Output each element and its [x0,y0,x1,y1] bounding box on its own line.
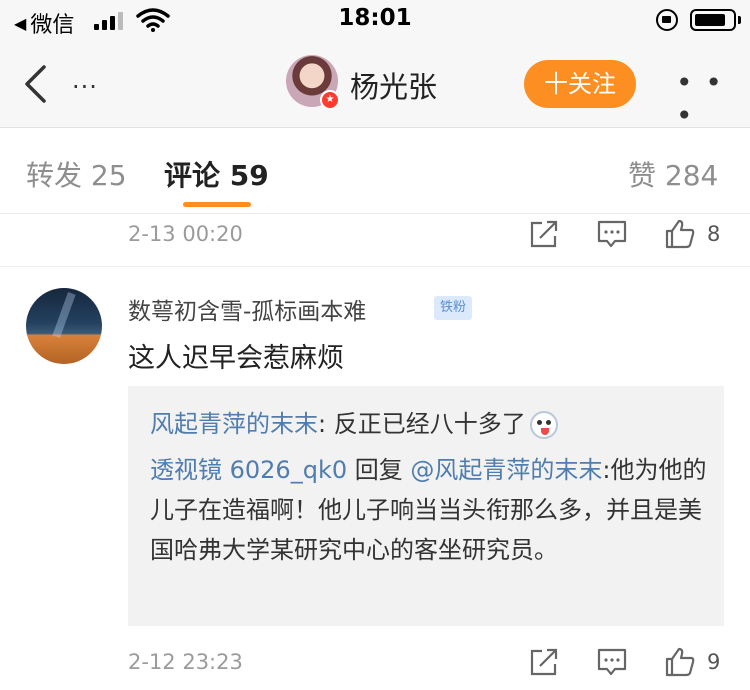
comment-time: 2-12 23:23 [128,650,243,674]
comment-time: 2-13 00:20 [128,222,243,246]
battery-cap [738,16,741,24]
follow-button[interactable]: 十关注 [524,60,636,108]
rotation-lock-icon [656,9,678,31]
reply-author-link[interactable]: 风起青萍的末末 [150,410,318,438]
comment-icon[interactable] [596,646,628,678]
active-tab-indicator [183,202,251,207]
user-name[interactable]: 杨光张 [350,64,437,106]
thumbs-up-icon[interactable] [664,218,696,250]
tab-repost[interactable]: 转发 25 [26,154,127,194]
detail-tabs: 转发 25 评论 59 赞 284 [0,128,750,214]
status-time: 18:01 [338,5,412,31]
mention-link[interactable]: @风起青萍的末末 [410,456,602,484]
thumbs-up-icon[interactable] [664,646,696,678]
like-count: 9 [707,650,721,674]
reply-item[interactable]: 透视镜 6026_qk0 回复 @风起青萍的末末:他为他的儿子在造福啊！他儿子响… [150,450,710,570]
reply-item[interactable]: 风起青萍的末末: 反正已经八十多了 [150,404,558,439]
nav-menu-ellipsis[interactable]: ... [72,66,98,94]
reply-word: 回复 [347,456,411,484]
tab-like[interactable]: 赞 284 [628,154,718,194]
commenter-name[interactable]: 数萼初含雪-孤标画本难 [128,292,366,326]
reply-author-link[interactable]: 透视镜 6026_qk0 [150,456,347,484]
comment-text: 这人迟早会惹麻烦 [128,343,344,374]
commenter-avatar[interactable] [26,288,102,364]
reply-separator: : [318,410,334,438]
comment-icon[interactable] [596,218,628,250]
battery-icon [690,9,736,31]
previous-comment-meta: 2-13 00:20 8 [0,216,750,256]
laughing-face-icon [529,411,558,439]
nav-bar: ... ★ 杨光张 十关注 • • • [0,40,750,132]
more-options-icon[interactable]: • • • [676,66,750,132]
reply-text: 反正已经八十多了 [333,410,526,438]
share-icon[interactable] [528,646,560,678]
comment-meta: 2-12 23:23 9 [0,644,750,684]
share-icon[interactable] [528,218,560,250]
verified-badge-icon: ★ [320,90,340,110]
status-bar: ◀ 微信 18:01 [0,0,750,40]
like-count: 8 [707,222,721,246]
fan-badge: 铁粉 [434,296,473,320]
tab-comment[interactable]: 评论 59 [164,154,269,194]
replies-box[interactable]: 风起青萍的末末: 反正已经八十多了 透视镜 6026_qk0 回复 @风起青萍的… [128,386,724,626]
back-chevron-icon[interactable] [22,64,50,104]
comment-divider [0,266,750,267]
